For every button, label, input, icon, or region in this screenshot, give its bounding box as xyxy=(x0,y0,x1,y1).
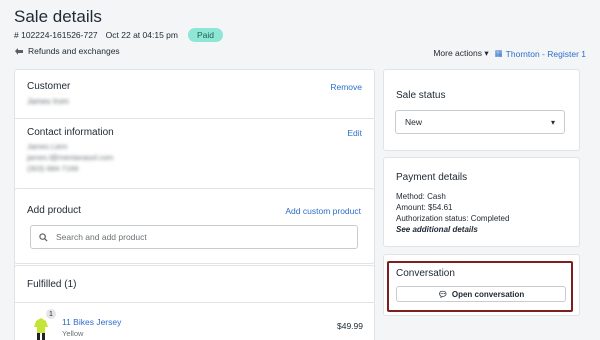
payment-auth: Authorization status: Completed xyxy=(396,214,510,223)
sale-status-select[interactable]: New ▾ xyxy=(395,110,565,134)
caret-down-icon: ▾ xyxy=(550,117,555,127)
edit-contact-link[interactable]: Edit xyxy=(347,128,362,138)
add-custom-product-link[interactable]: Add custom product xyxy=(285,206,361,216)
fulfilled-item-variant: Yellow xyxy=(62,329,84,338)
fulfilled-title: Fulfilled (1) xyxy=(27,279,77,290)
refunds-label: Refunds and exchanges xyxy=(28,46,120,56)
payment-title: Payment details xyxy=(396,172,468,183)
sale-status-value: New xyxy=(405,117,423,127)
order-id: # 102224-161526-727 xyxy=(14,30,98,40)
return-arrow-icon xyxy=(15,47,23,55)
status-badge: Paid xyxy=(187,28,223,42)
highlight-box xyxy=(387,261,573,312)
order-meta: # 102224-161526-727 Oct 22 at 04:15 pm P… xyxy=(14,28,223,42)
divider xyxy=(15,302,374,303)
contact-section: Contact information Edit James Liem jame… xyxy=(27,127,362,173)
register-icon: ▦ xyxy=(494,48,503,58)
refunds-link[interactable]: Refunds and exchanges xyxy=(14,46,120,56)
payment-card: Payment details Method: Cash Amount: $54… xyxy=(383,157,580,247)
divider xyxy=(15,118,374,119)
more-actions-label: More actions xyxy=(433,48,482,58)
contact-line: (303) 684-7169 xyxy=(27,164,79,173)
sale-status-title: Sale status xyxy=(396,90,446,101)
add-product-title: Add product xyxy=(27,205,81,216)
customer-title: Customer xyxy=(27,81,71,92)
fulfilled-item-price: $49.99 xyxy=(337,321,363,331)
customer-section: Customer Remove James Irom xyxy=(27,81,362,106)
order-datetime: Oct 22 at 04:15 pm xyxy=(105,30,178,40)
payment-amount: Amount: $54.61 xyxy=(396,203,453,212)
fulfilled-item-name[interactable]: 11 Bikes Jersey xyxy=(62,317,121,327)
remove-customer-link[interactable]: Remove xyxy=(330,82,362,92)
register-link[interactable]: Thornton - Register 1 xyxy=(506,49,586,59)
payment-method: Method: Cash xyxy=(396,192,446,201)
quantity-badge: 1 xyxy=(45,308,57,320)
header-actions: More actions ▾ ▦ Thornton - Register 1 xyxy=(433,48,586,59)
caret-down-icon: ▾ xyxy=(484,48,489,58)
contact-line: james.l@mentanasol.com xyxy=(27,153,114,162)
contact-title: Contact information xyxy=(27,127,114,138)
more-actions-button[interactable]: More actions ▾ xyxy=(433,48,488,59)
product-search-input[interactable]: Search and add product xyxy=(30,225,358,249)
customer-name: James Irom xyxy=(27,97,69,106)
contact-line: James Liem xyxy=(27,142,68,151)
see-additional-details-link[interactable]: See additional details xyxy=(396,225,478,234)
search-icon xyxy=(39,232,48,242)
search-placeholder: Search and add product xyxy=(56,232,147,242)
page-title: Sale details xyxy=(14,7,102,26)
